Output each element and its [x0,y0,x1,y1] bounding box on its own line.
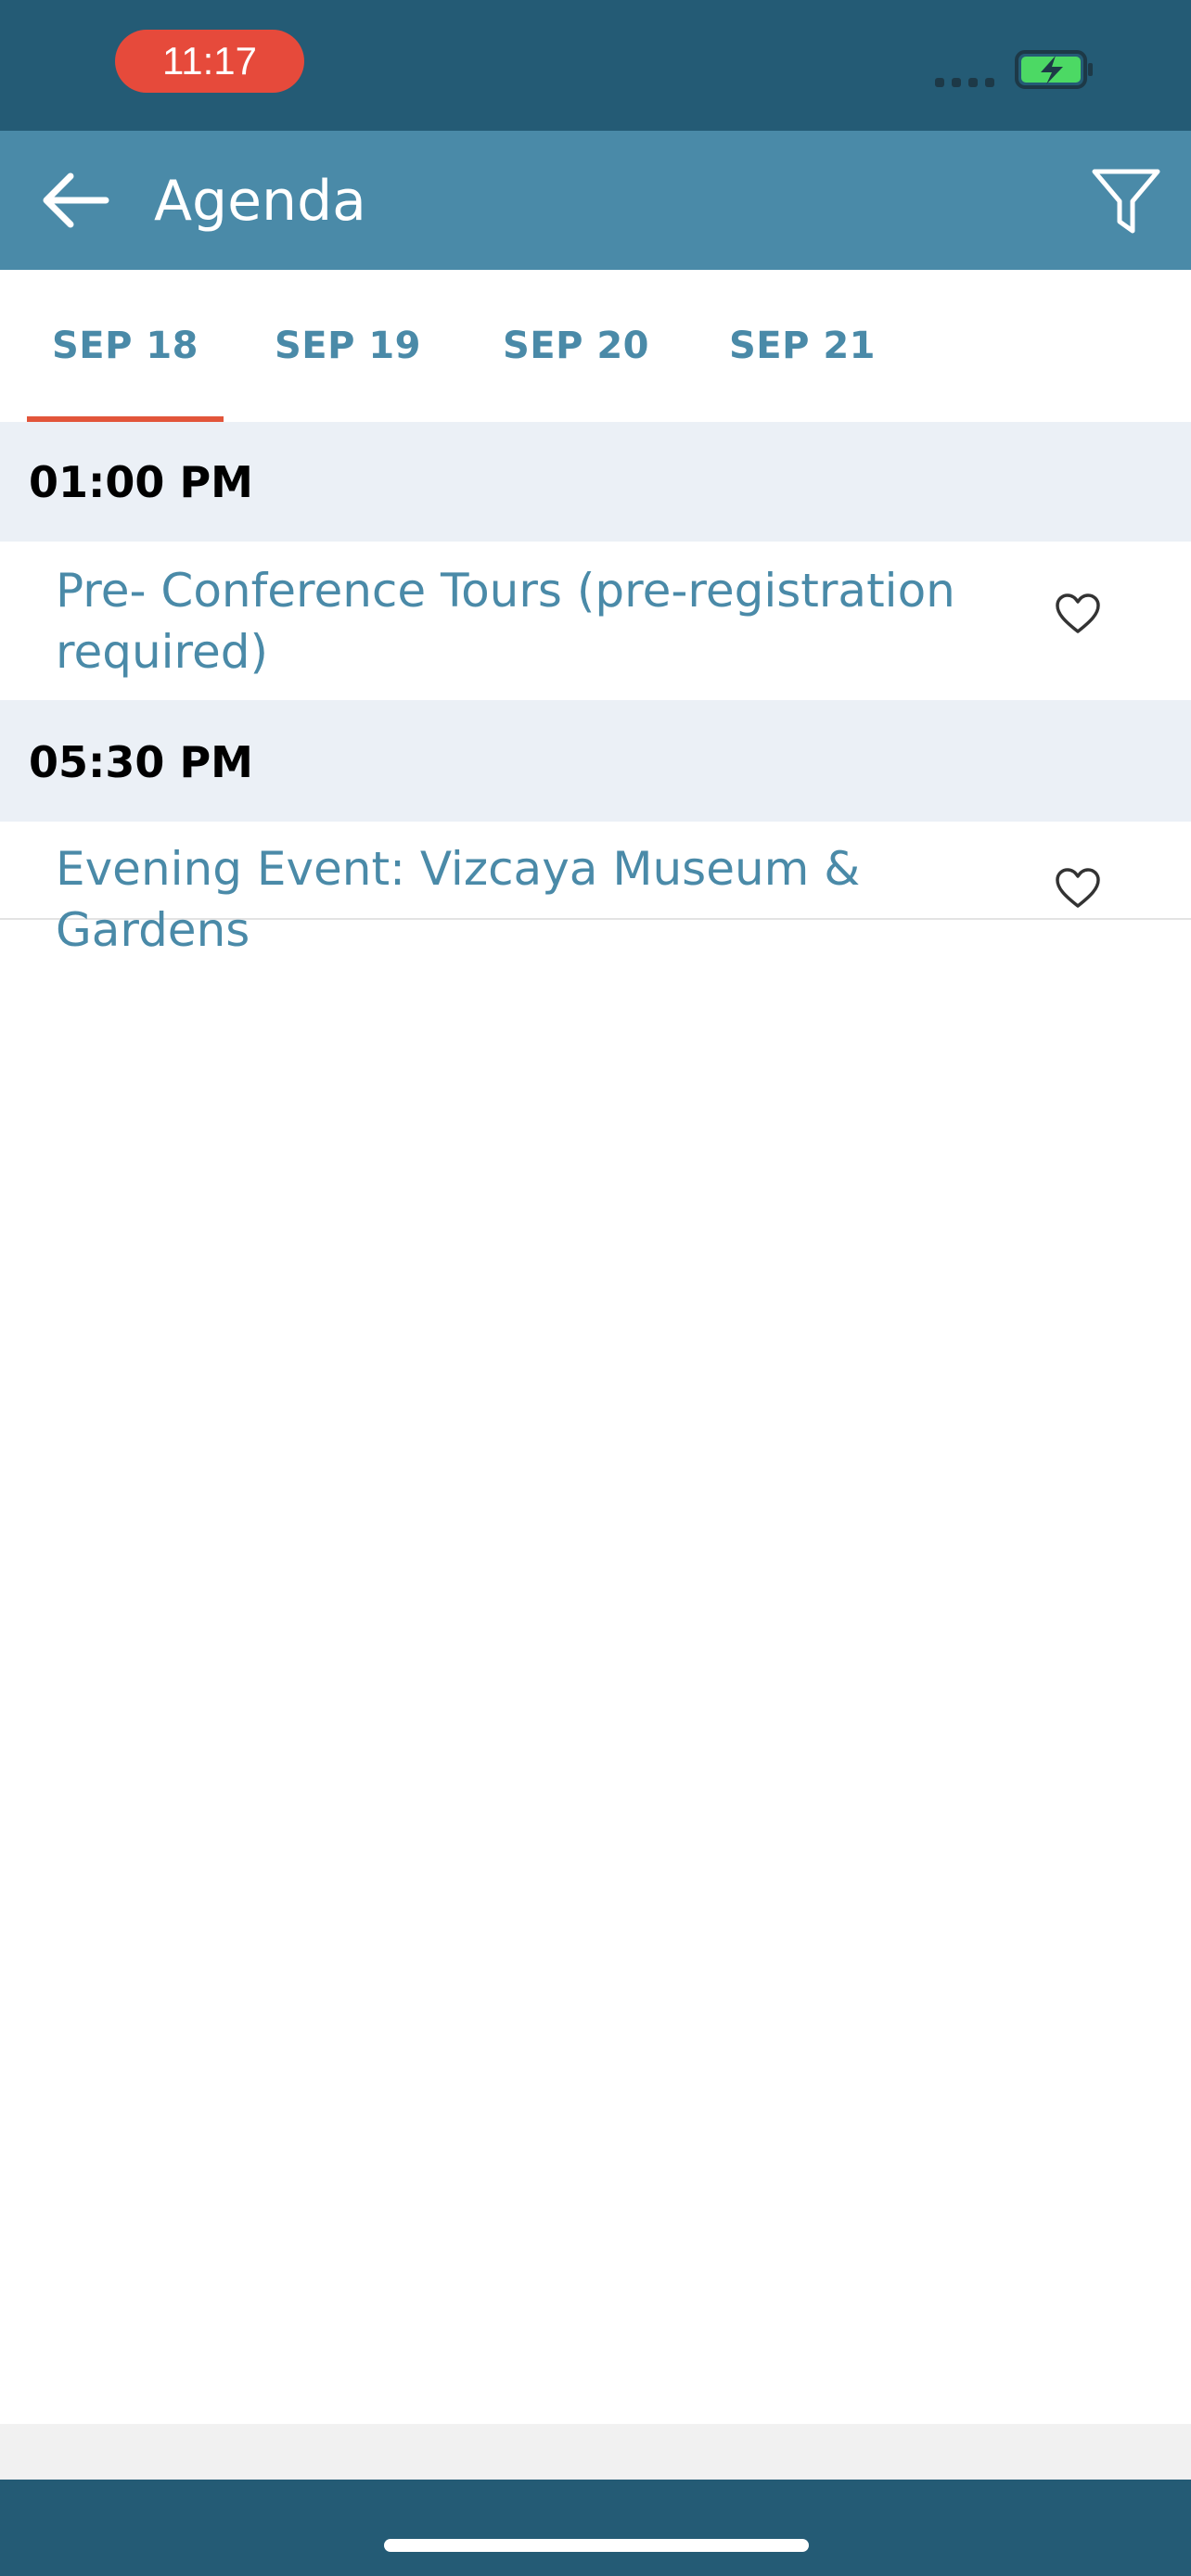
agenda-screen: 11:17 Agenda SEP 18 SEP 19 SEP 20 SEP 21… [0,0,1191,2576]
session-title: Evening Event: Vizcaya Museum & Gardens [56,842,861,957]
date-tabs: SEP 18 SEP 19 SEP 20 SEP 21 [0,270,1191,422]
filter-icon [1092,169,1160,234]
favorite-button[interactable] [1052,862,1104,914]
signal-icon [935,78,996,87]
app-bar: Agenda [0,131,1191,270]
tab-sep-19[interactable]: SEP 19 [252,270,443,422]
favorite-button[interactable] [1052,588,1104,640]
time-section-header: 05:30 PM [0,700,1191,822]
arrow-left-icon [43,172,109,228]
heart-icon [1056,868,1100,908]
section-time: 01:00 PM [29,457,253,507]
heart-icon [1056,593,1100,633]
bottom-toolbar-area [0,2424,1191,2480]
time-section-header: 01:00 PM [0,422,1191,542]
filter-button[interactable] [1082,157,1171,246]
home-indicator[interactable] [384,2539,809,2552]
tab-sep-18[interactable]: SEP 18 [27,270,224,422]
status-bar: 11:17 [0,0,1191,131]
tab-sep-21[interactable]: SEP 21 [705,270,900,422]
status-time: 11:17 [115,30,304,93]
battery-charging-icon [1015,50,1095,89]
session-row[interactable]: Pre- Conference Tours (pre-registration … [0,542,1191,700]
session-title: Pre- Conference Tours (pre-registration … [56,564,955,679]
page-title: Agenda [154,169,366,234]
session-row[interactable]: Evening Event: Vizcaya Museum & Gardens [0,822,1191,957]
back-button[interactable] [28,157,121,244]
home-bar-area [0,2480,1191,2576]
section-time: 05:30 PM [29,737,253,787]
tab-sep-20[interactable]: SEP 20 [475,270,677,422]
